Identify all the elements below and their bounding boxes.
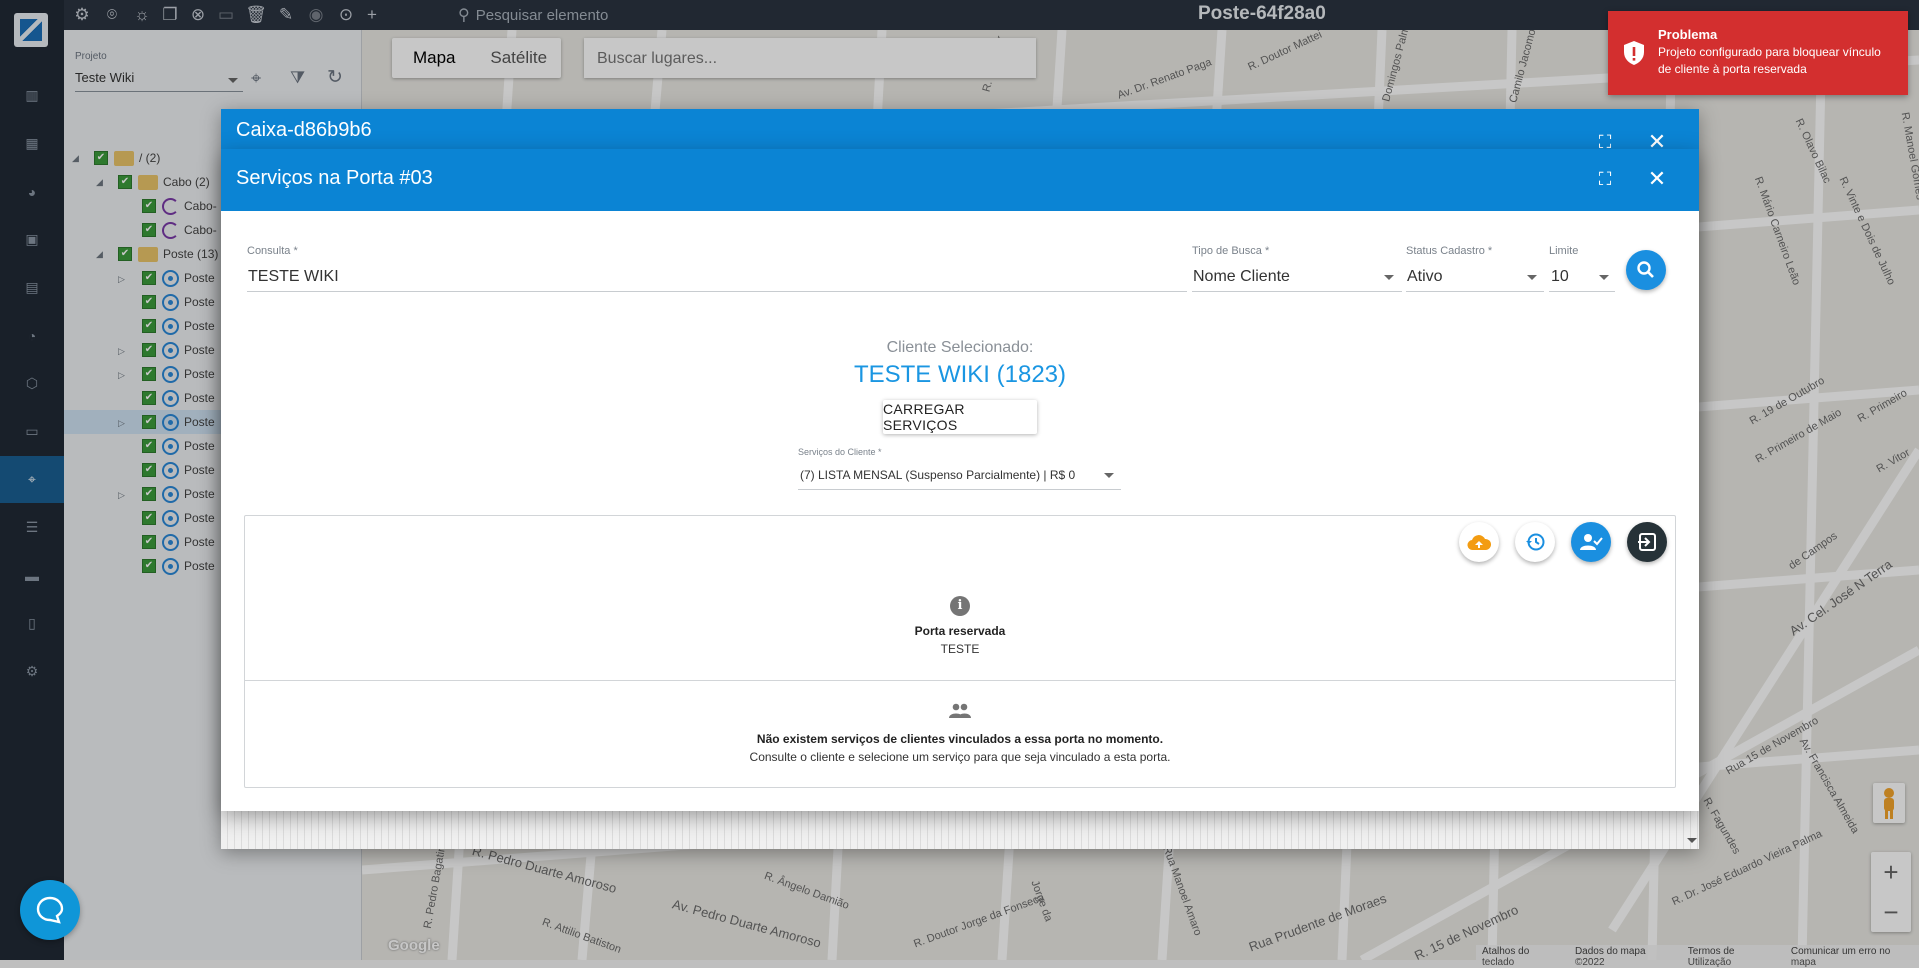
consulta-input[interactable]: TESTE WIKI: [248, 268, 339, 286]
chevron-down-icon[interactable]: [1599, 275, 1609, 280]
close-icon[interactable]: ✕: [1644, 166, 1670, 192]
caixa-dialog-title: Caixa-d86b9b6: [236, 119, 372, 141]
fullscreen-icon[interactable]: ⛶: [1592, 166, 1618, 192]
selected-client-label: Cliente Selecionado:: [886, 339, 1034, 356]
services-dialog-header: [221, 149, 1699, 211]
panel-divider: [245, 680, 1675, 681]
empty-services-title: Não existem serviços de clientes vincula…: [756, 732, 1164, 746]
person-check-icon: [1580, 534, 1603, 550]
toast-title: Problema: [1658, 27, 1718, 42]
client-services-select[interactable]: (7) LISTA MENSAL (Suspenso Parcialmente)…: [800, 468, 1075, 482]
exit-button[interactable]: [1627, 522, 1667, 562]
search-icon: [1637, 261, 1654, 278]
limite-select[interactable]: 10: [1551, 268, 1569, 286]
status-underline: [1406, 291, 1544, 292]
load-services-button[interactable]: CARREGAR SERVIÇOS: [883, 400, 1037, 434]
status-cadastro-label: Status Cadastro *: [1406, 245, 1493, 257]
assign-client-button[interactable]: [1571, 522, 1611, 562]
toast-message: Projeto configurado para bloquear víncul…: [1658, 45, 1881, 76]
cloud-upload-icon: [1467, 535, 1491, 551]
chevron-down-icon[interactable]: [1687, 838, 1697, 843]
caixa-dialog-footer: [221, 811, 1699, 849]
reserved-port-title: Porta reservada: [914, 624, 1006, 638]
status-cadastro-select[interactable]: Ativo: [1407, 268, 1443, 286]
client-services-label: Serviços do Cliente *: [798, 447, 882, 457]
client-services-underline: [798, 489, 1121, 490]
search-button[interactable]: [1626, 250, 1666, 290]
upload-button[interactable]: [1459, 522, 1499, 562]
reserved-port-note: TESTE: [940, 642, 980, 656]
history-button[interactable]: [1515, 522, 1555, 562]
history-icon: [1526, 533, 1545, 551]
caixa-dialog-header: Caixa-d86b9b6: [221, 109, 1699, 149]
consulta-underline: [247, 291, 1187, 292]
chat-bubble-icon: [36, 896, 64, 924]
limite-underline: [1549, 291, 1615, 292]
chevron-down-icon[interactable]: [1527, 275, 1537, 280]
selected-client-name: TESTE WIKI (1823): [853, 361, 1067, 388]
people-icon: [948, 703, 972, 724]
empty-services-hint: Consulte o cliente e selecione um serviç…: [749, 750, 1171, 764]
login-icon: [1638, 533, 1656, 551]
limite-label: Limite: [1549, 245, 1579, 257]
chat-button[interactable]: [20, 880, 80, 940]
tipo-busca-label: Tipo de Busca *: [1192, 245, 1270, 257]
tipo-busca-underline: [1192, 291, 1402, 292]
dialog-title: Serviços na Porta #03: [236, 167, 433, 189]
chevron-down-icon[interactable]: [1104, 473, 1114, 478]
chevron-down-icon[interactable]: [1384, 275, 1394, 280]
consulta-label: Consulta *: [247, 245, 298, 257]
info-icon: i: [950, 596, 970, 616]
shield-alert-icon: [1624, 41, 1644, 65]
tipo-busca-select[interactable]: Nome Cliente: [1193, 268, 1290, 286]
